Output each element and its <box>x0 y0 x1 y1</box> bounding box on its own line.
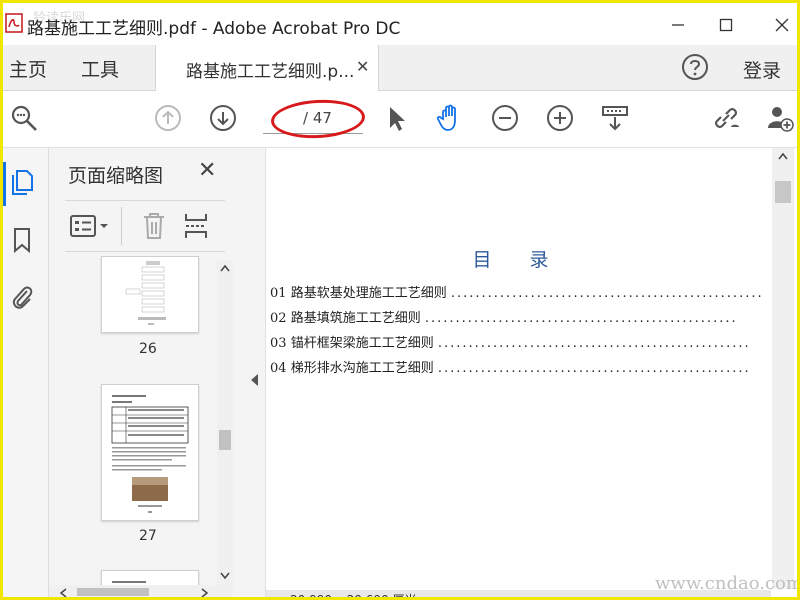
collapse-arrow-icon[interactable] <box>250 374 259 386</box>
previous-page-icon[interactable] <box>153 103 183 133</box>
thumbnail-page[interactable] <box>101 384 199 521</box>
thumbnail-page-number: 26 <box>139 341 157 357</box>
close-panel-icon[interactable]: ✕ <box>198 158 216 183</box>
toc-entry-number: 03 <box>270 336 287 351</box>
thumbnail-scrollbar[interactable] <box>217 260 233 590</box>
thumbnail-hscrollbar[interactable] <box>49 585 233 598</box>
toc-leader-dots: ........................................… <box>437 361 751 376</box>
select-cursor-icon[interactable] <box>381 103 411 133</box>
document-view: 目 录 01 路基软基处理施工工艺细则 ....................… <box>266 148 771 597</box>
thumbnail-image <box>111 395 189 513</box>
document-scroll-thumb[interactable] <box>775 181 791 203</box>
hand-tool-icon[interactable] <box>435 103 465 133</box>
toc-leader-dots: ........................................… <box>437 336 751 351</box>
insert-page-icon[interactable] <box>183 211 209 241</box>
attachments-icon[interactable] <box>9 283 35 311</box>
search-icon[interactable] <box>9 103 39 133</box>
toc-entry-text: 锚杆框架梁施工工艺细则 <box>290 336 434 351</box>
toc-entry[interactable]: 03 锚杆框架梁施工工艺细则 .........................… <box>270 332 751 351</box>
toc-leader-dots: ........................................… <box>424 311 738 326</box>
toolbar-divider <box>121 207 122 245</box>
thumbnail-list: 26 27 <box>49 256 217 591</box>
close-window-button[interactable] <box>759 9 797 41</box>
next-page-icon[interactable] <box>208 103 238 133</box>
page-size-readout: 20.990 x 29.690 厘米 <box>290 593 417 600</box>
scroll-right-icon[interactable] <box>201 588 209 598</box>
document-tab-label: 路基施工工艺细则.p... <box>186 62 355 82</box>
maximize-icon <box>719 18 733 32</box>
active-indicator <box>3 162 6 206</box>
acrobat-icon <box>5 13 23 33</box>
zoom-out-icon[interactable] <box>490 103 520 133</box>
bookmarks-icon[interactable] <box>9 226 35 254</box>
tab-bar: 主页 工具 路基施工工艺细则.p... ✕ 登录 <box>3 45 797 91</box>
toc-entry-number: 04 <box>270 361 287 376</box>
app-window: 铃读乐网 路基施工工艺细则.pdf - Adobe Acrobat Pro DC… <box>0 0 800 600</box>
site-watermark: www.cndao.com <box>655 573 800 594</box>
toc-entry-text: 路基填筑施工工艺细则 <box>290 311 421 326</box>
panel-collapse-strip[interactable] <box>243 148 266 597</box>
hscroll-thumb[interactable] <box>77 588 149 596</box>
scroll-up-icon[interactable] <box>778 152 788 160</box>
toc-entry-text: 路基软基处理施工工艺细则 <box>290 286 447 301</box>
panel-toolbar <box>65 200 225 252</box>
toc-leader-dots: ........................................… <box>450 286 764 301</box>
toc-entry-text: 梯形排水沟施工工艺细则 <box>290 361 434 376</box>
help-icon[interactable] <box>681 53 709 81</box>
thumbnails-panel: 页面缩略图 ✕ 26 27 <box>49 148 244 598</box>
thumbnail-scroll-thumb[interactable] <box>219 430 231 450</box>
delete-page-icon[interactable] <box>141 211 167 241</box>
panel-title: 页面缩略图 <box>68 165 164 187</box>
thumbnail-page-number: 27 <box>139 528 157 544</box>
navigation-rail <box>3 148 49 597</box>
minimize-icon <box>672 24 684 26</box>
scroll-left-icon[interactable] <box>59 588 67 598</box>
tab-document[interactable]: 路基施工工艺细则.p... ✕ <box>155 45 379 91</box>
toc-title: 目 录 <box>472 249 565 271</box>
window-title: 路基施工工艺细则.pdf - Adobe Acrobat Pro DC <box>27 19 401 39</box>
maximize-button[interactable] <box>703 9 749 41</box>
toc-entry[interactable]: 04 梯形排水沟施工工艺细则 .........................… <box>270 357 751 376</box>
toc-entry[interactable]: 02 路基填筑施工工艺细则 ..........................… <box>270 307 738 326</box>
toc-entry-number: 01 <box>270 286 287 301</box>
toc-entry[interactable]: 01 路基软基处理施工工艺细则 ........................… <box>270 282 764 301</box>
title-bar: 铃读乐网 路基施工工艺细则.pdf - Adobe Acrobat Pro DC <box>3 3 797 45</box>
tab-tools[interactable]: 工具 <box>81 55 119 82</box>
scroll-mode-icon[interactable] <box>600 103 630 133</box>
thumbnail-page[interactable] <box>101 256 199 333</box>
minimize-button[interactable] <box>655 9 701 41</box>
toc-entry-number: 02 <box>270 311 287 326</box>
share-link-icon[interactable] <box>711 103 741 133</box>
scroll-down-icon[interactable] <box>220 572 230 580</box>
login-button[interactable]: 登录 <box>743 56 781 83</box>
main-toolbar: / 47 <box>3 91 797 148</box>
zoom-in-icon[interactable] <box>545 103 575 133</box>
page-thumbnails-icon[interactable] <box>9 168 35 196</box>
thumbnail-image <box>125 261 166 325</box>
close-tab-icon[interactable]: ✕ <box>356 57 369 76</box>
close-icon <box>775 18 789 32</box>
scroll-up-icon[interactable] <box>220 264 230 272</box>
add-user-icon[interactable] <box>765 103 795 133</box>
document-scrollbar[interactable] <box>772 148 794 588</box>
tab-home[interactable]: 主页 <box>9 55 47 82</box>
thumbnail-options-icon[interactable] <box>69 213 113 239</box>
